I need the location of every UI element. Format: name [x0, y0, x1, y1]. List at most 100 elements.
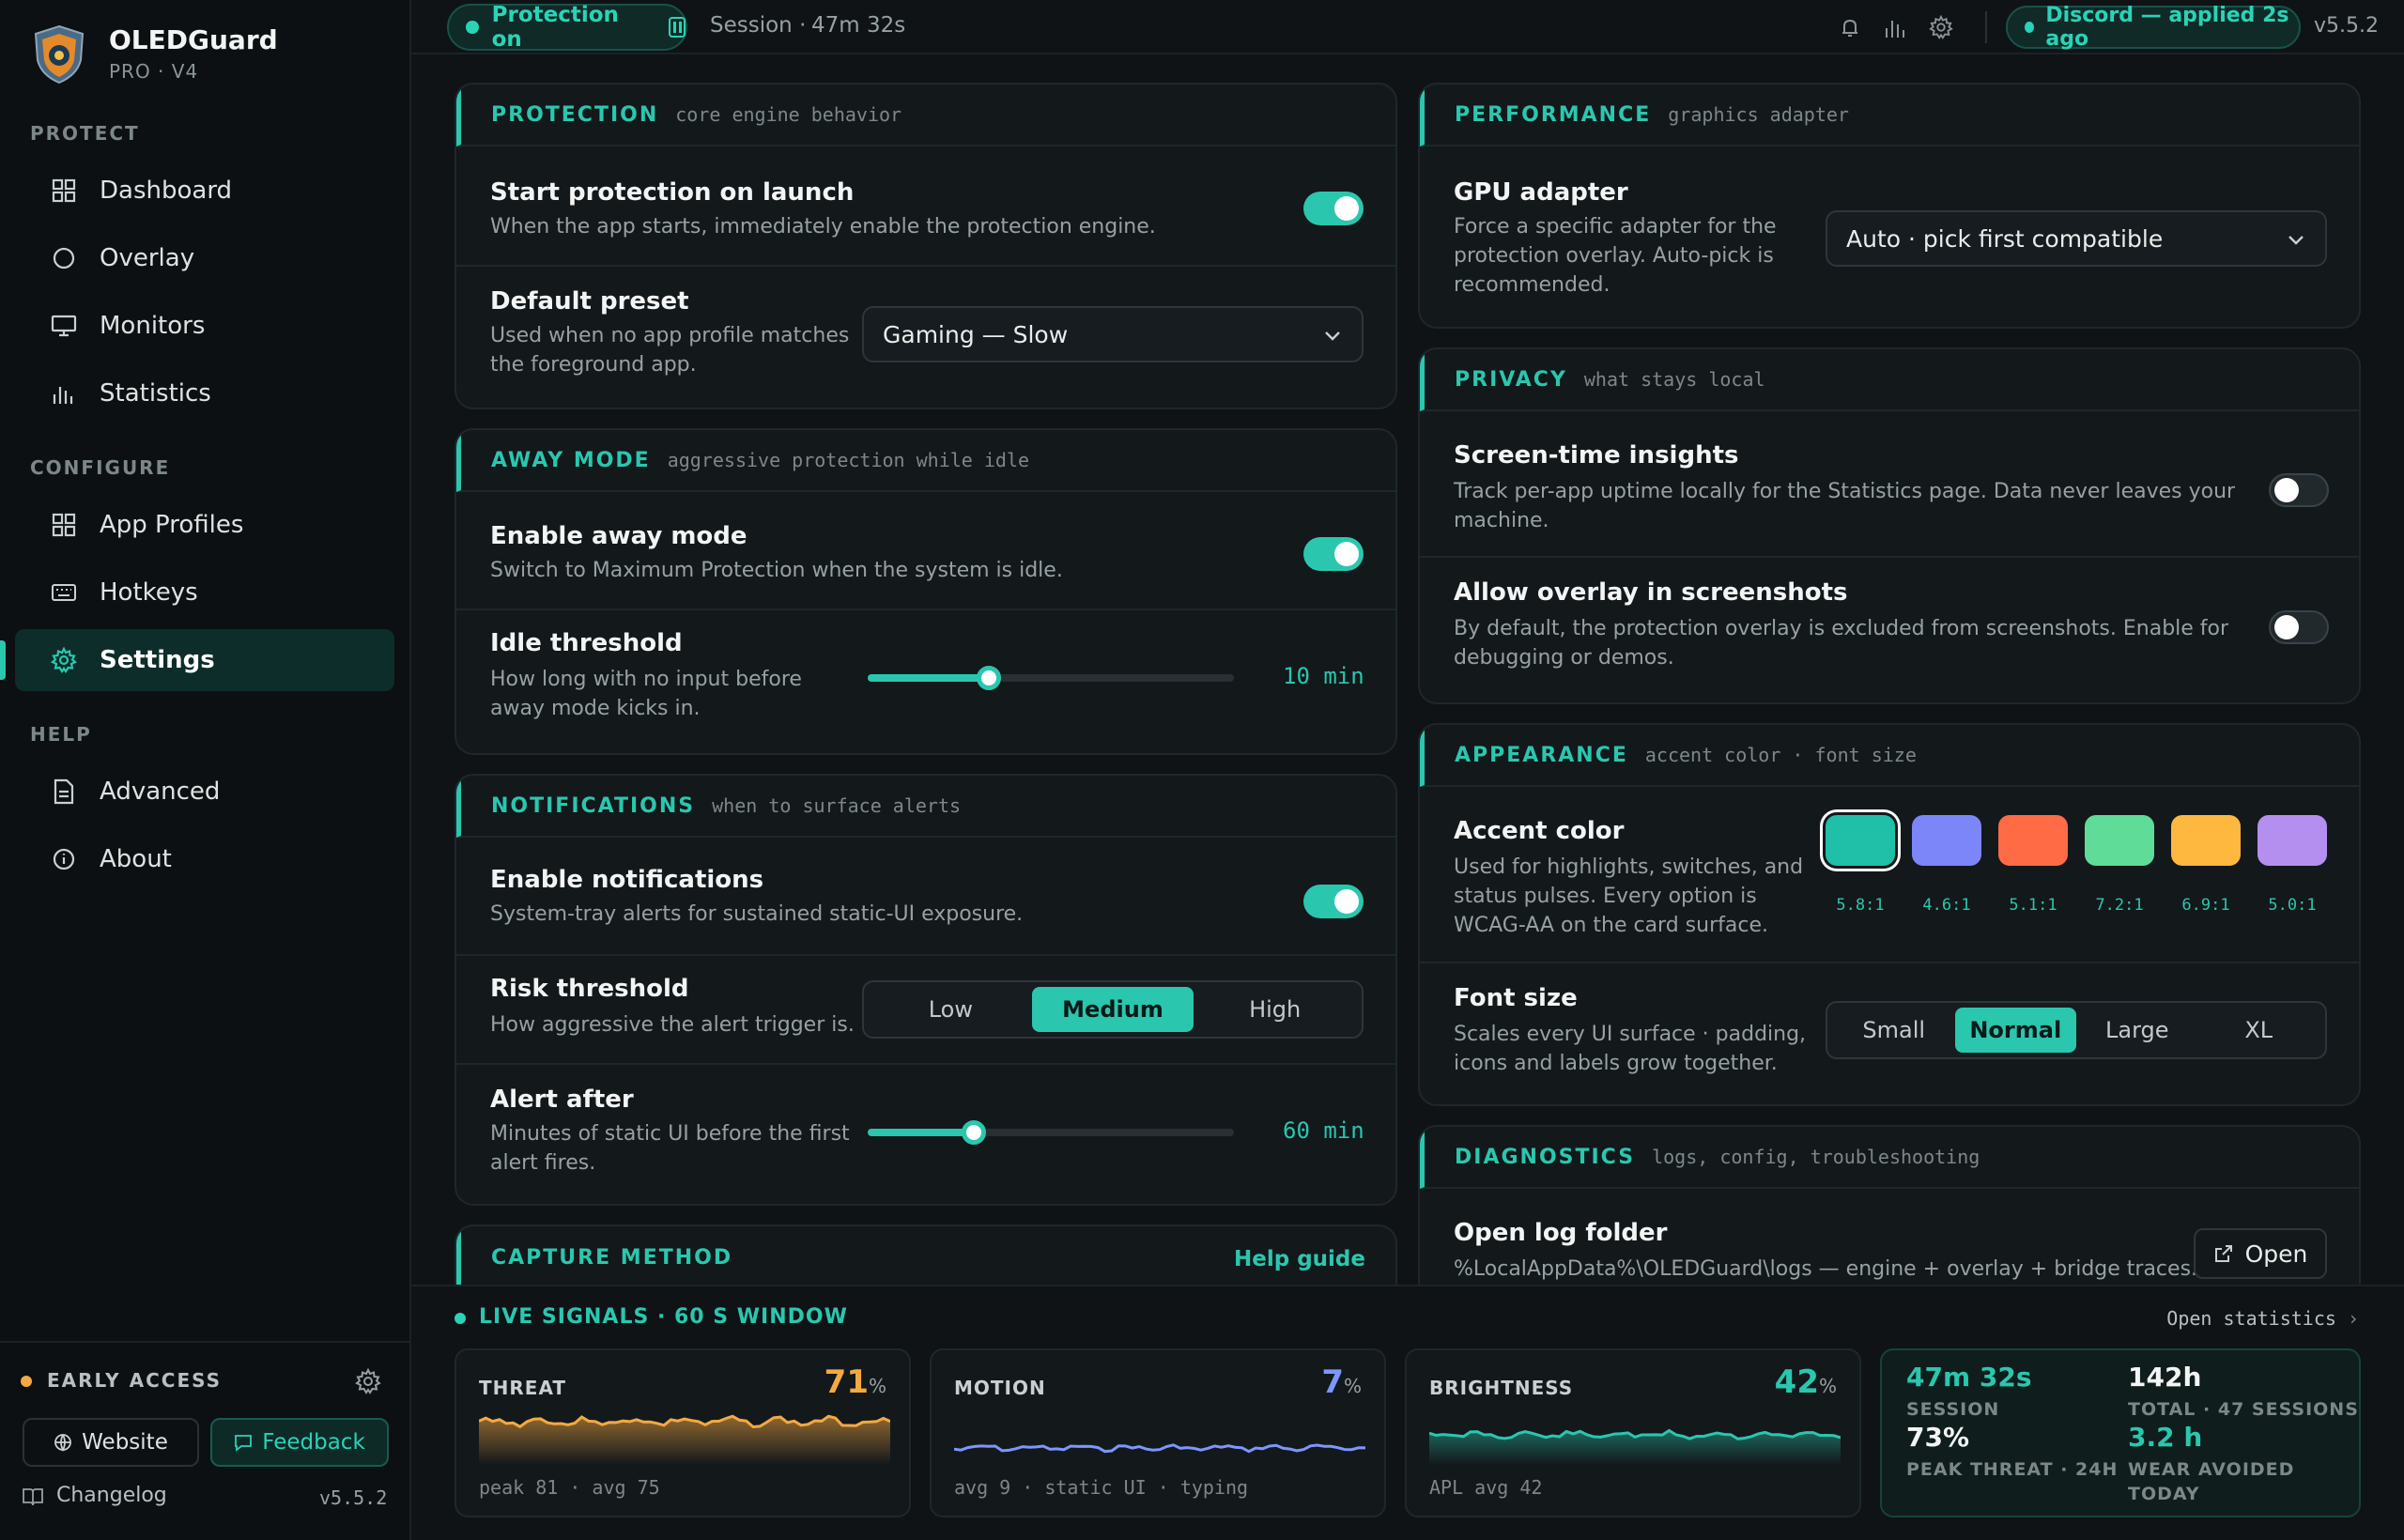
brightness-signal-card: BRIGHTNESS 42% APL avg 42: [1405, 1348, 1861, 1517]
privacy-card: PRIVACY what stays local Screen-time ins…: [1418, 347, 2361, 704]
app-name: OLEDGuard: [109, 24, 278, 55]
card-subtitle: accent color · font size: [1644, 744, 1917, 766]
sidebar-item-statistics[interactable]: Statistics: [15, 362, 394, 424]
card-subtitle: aggressive protection while idle: [667, 449, 1030, 471]
accent-swatch[interactable]: [1912, 815, 1981, 866]
contrast-ratio-label: 6.9:1: [2181, 896, 2230, 915]
signal-number: 71: [824, 1363, 869, 1401]
open-log-folder-button[interactable]: Open: [2194, 1228, 2327, 1279]
away-mode-toggle[interactable]: [1303, 537, 1364, 571]
divider: [456, 608, 1395, 610]
card-subtitle: logs, config, troubleshooting: [1652, 1146, 1980, 1168]
accent-swatch[interactable]: [2171, 815, 2241, 866]
notifications-toggle[interactable]: [1303, 885, 1364, 918]
profile-status-pill[interactable]: Discord — applied 2s ago: [2006, 4, 2301, 51]
open-label: Open: [2244, 1240, 2308, 1268]
contrast-ratio-label: 5.8:1: [1836, 896, 1885, 915]
setting-title: Default preset: [490, 287, 689, 316]
accent-swatch[interactable]: [2085, 815, 2154, 866]
signal-footnote: APL avg 42: [1429, 1476, 1543, 1499]
session-stats-card: 47m 32s SESSION 73% PEAK THREAT · 24H 14…: [1880, 1348, 2361, 1517]
sidebar-item-advanced[interactable]: Advanced: [15, 761, 394, 823]
notifications-card: NOTIFICATIONS when to surface alerts Ena…: [455, 774, 1397, 1206]
open-statistics-label: Open statistics: [2166, 1307, 2336, 1330]
slider-handle[interactable]: [962, 1120, 987, 1145]
changelog-link[interactable]: Changelog: [56, 1484, 167, 1507]
gpu-adapter-select[interactable]: Auto · pick first compatible: [1826, 210, 2327, 267]
status-dot: [2025, 22, 2035, 33]
card-title: NOTIFICATIONS: [491, 793, 696, 818]
sidebar-item-app-profiles[interactable]: App Profiles: [15, 494, 394, 556]
sidebar-version: v5.5.2: [319, 1486, 388, 1509]
setting-description: protection overlay. Auto-pick is: [1454, 244, 1774, 268]
appearance-card: APPEARANCE accent color · font size Acce…: [1418, 723, 2361, 1106]
stats-icon[interactable]: [1884, 17, 1906, 39]
default-preset-select[interactable]: Gaming — Slow: [862, 306, 1364, 362]
setting-description: WCAG-AA on the card surface.: [1454, 914, 1768, 937]
book-icon: [23, 1488, 43, 1506]
sidebar-item-about[interactable]: About: [15, 828, 394, 890]
pause-icon[interactable]: [669, 17, 686, 38]
sidebar-item-monitors[interactable]: Monitors: [15, 295, 394, 357]
alert-after-slider[interactable]: [868, 1120, 1234, 1145]
sidebar-item-hotkeys[interactable]: Hotkeys: [15, 562, 394, 624]
setting-title: Open log folder: [1454, 1219, 1668, 1247]
chevron-down-icon: [1325, 331, 1340, 341]
bell-icon[interactable]: [1839, 17, 1861, 39]
external-link-icon: [2214, 1245, 2232, 1262]
gear-icon[interactable]: [1929, 15, 1953, 39]
accent-swatch[interactable]: [1998, 815, 2068, 866]
font-option-small[interactable]: Small: [1833, 1008, 1955, 1053]
protection-status-pill[interactable]: Protection on: [447, 3, 687, 52]
setting-description: alert fires.: [490, 1151, 596, 1175]
signal-number: 7: [1321, 1363, 1344, 1401]
sidebar-item-label: Dashboard: [100, 177, 233, 205]
signal-footnote: avg 9 · static UI · typing: [954, 1476, 1249, 1499]
sidebar-item-settings[interactable]: Settings: [15, 629, 394, 691]
profile-status-label: Discord — applied 2s ago: [2045, 4, 2289, 51]
setting-description: %LocalAppData%\OLEDGuard\logs — engine +…: [1454, 1257, 2198, 1281]
session-label: SESSION: [1906, 1399, 2000, 1420]
risk-option-medium[interactable]: Medium: [1031, 987, 1194, 1032]
slider-fill: [868, 674, 989, 682]
sidebar-item-label: App Profiles: [100, 511, 244, 539]
motion-signal-card: MOTION 7% avg 9 · static UI · typing: [930, 1348, 1386, 1517]
divider: [456, 954, 1395, 956]
signal-value: 71%: [824, 1363, 886, 1401]
signal-value: 42%: [1775, 1363, 1837, 1401]
signal-unit: %: [1343, 1375, 1362, 1397]
risk-option-high[interactable]: High: [1194, 987, 1356, 1032]
setting-description: recommended.: [1454, 273, 1610, 297]
screen-time-insights-toggle[interactable]: [2269, 473, 2329, 507]
setting-description: Used when no app profile matches: [490, 324, 850, 347]
sidebar-item-dashboard[interactable]: Dashboard: [15, 160, 394, 222]
grid-icon: [51, 177, 77, 204]
website-button[interactable]: Website: [23, 1418, 199, 1467]
slider-handle[interactable]: [976, 666, 1001, 690]
overlay-in-screenshots-toggle[interactable]: [2269, 610, 2329, 644]
idle-threshold-slider[interactable]: [868, 666, 1234, 690]
font-option-xl[interactable]: XL: [2198, 1008, 2320, 1053]
open-statistics-link[interactable]: Open statistics ›: [2166, 1307, 2359, 1330]
feedback-button[interactable]: Feedback: [210, 1418, 389, 1467]
shield-logo-icon: [34, 24, 85, 85]
session-time: 47m 32s: [811, 13, 906, 38]
risk-option-low[interactable]: Low: [870, 987, 1032, 1032]
grid-icon: [51, 512, 77, 538]
total-label: TOTAL · 47 SESSIONS: [2128, 1399, 2359, 1420]
chevron-down-icon: [2288, 236, 2304, 245]
setting-description: How aggressive the alert trigger is.: [490, 1013, 855, 1037]
help-guide-link[interactable]: Help guide: [1234, 1247, 1365, 1271]
accent-swatch[interactable]: [1826, 815, 1895, 866]
font-option-normal[interactable]: Normal: [1954, 1008, 2076, 1053]
divider: [1985, 11, 1987, 43]
signal-name: THREAT: [479, 1377, 567, 1399]
early-access-settings-icon[interactable]: [355, 1367, 381, 1394]
accent-swatch[interactable]: [2258, 815, 2327, 866]
start-on-launch-toggle[interactable]: [1303, 192, 1364, 225]
performance-card: PERFORMANCE graphics adapter GPU adapter…: [1418, 83, 2361, 329]
card-header: AWAY MODE aggressive protection while id…: [456, 430, 1395, 492]
section-label-help: HELP: [30, 723, 92, 746]
sidebar-item-overlay[interactable]: Overlay: [15, 227, 394, 289]
font-option-large[interactable]: Large: [2076, 1008, 2198, 1053]
